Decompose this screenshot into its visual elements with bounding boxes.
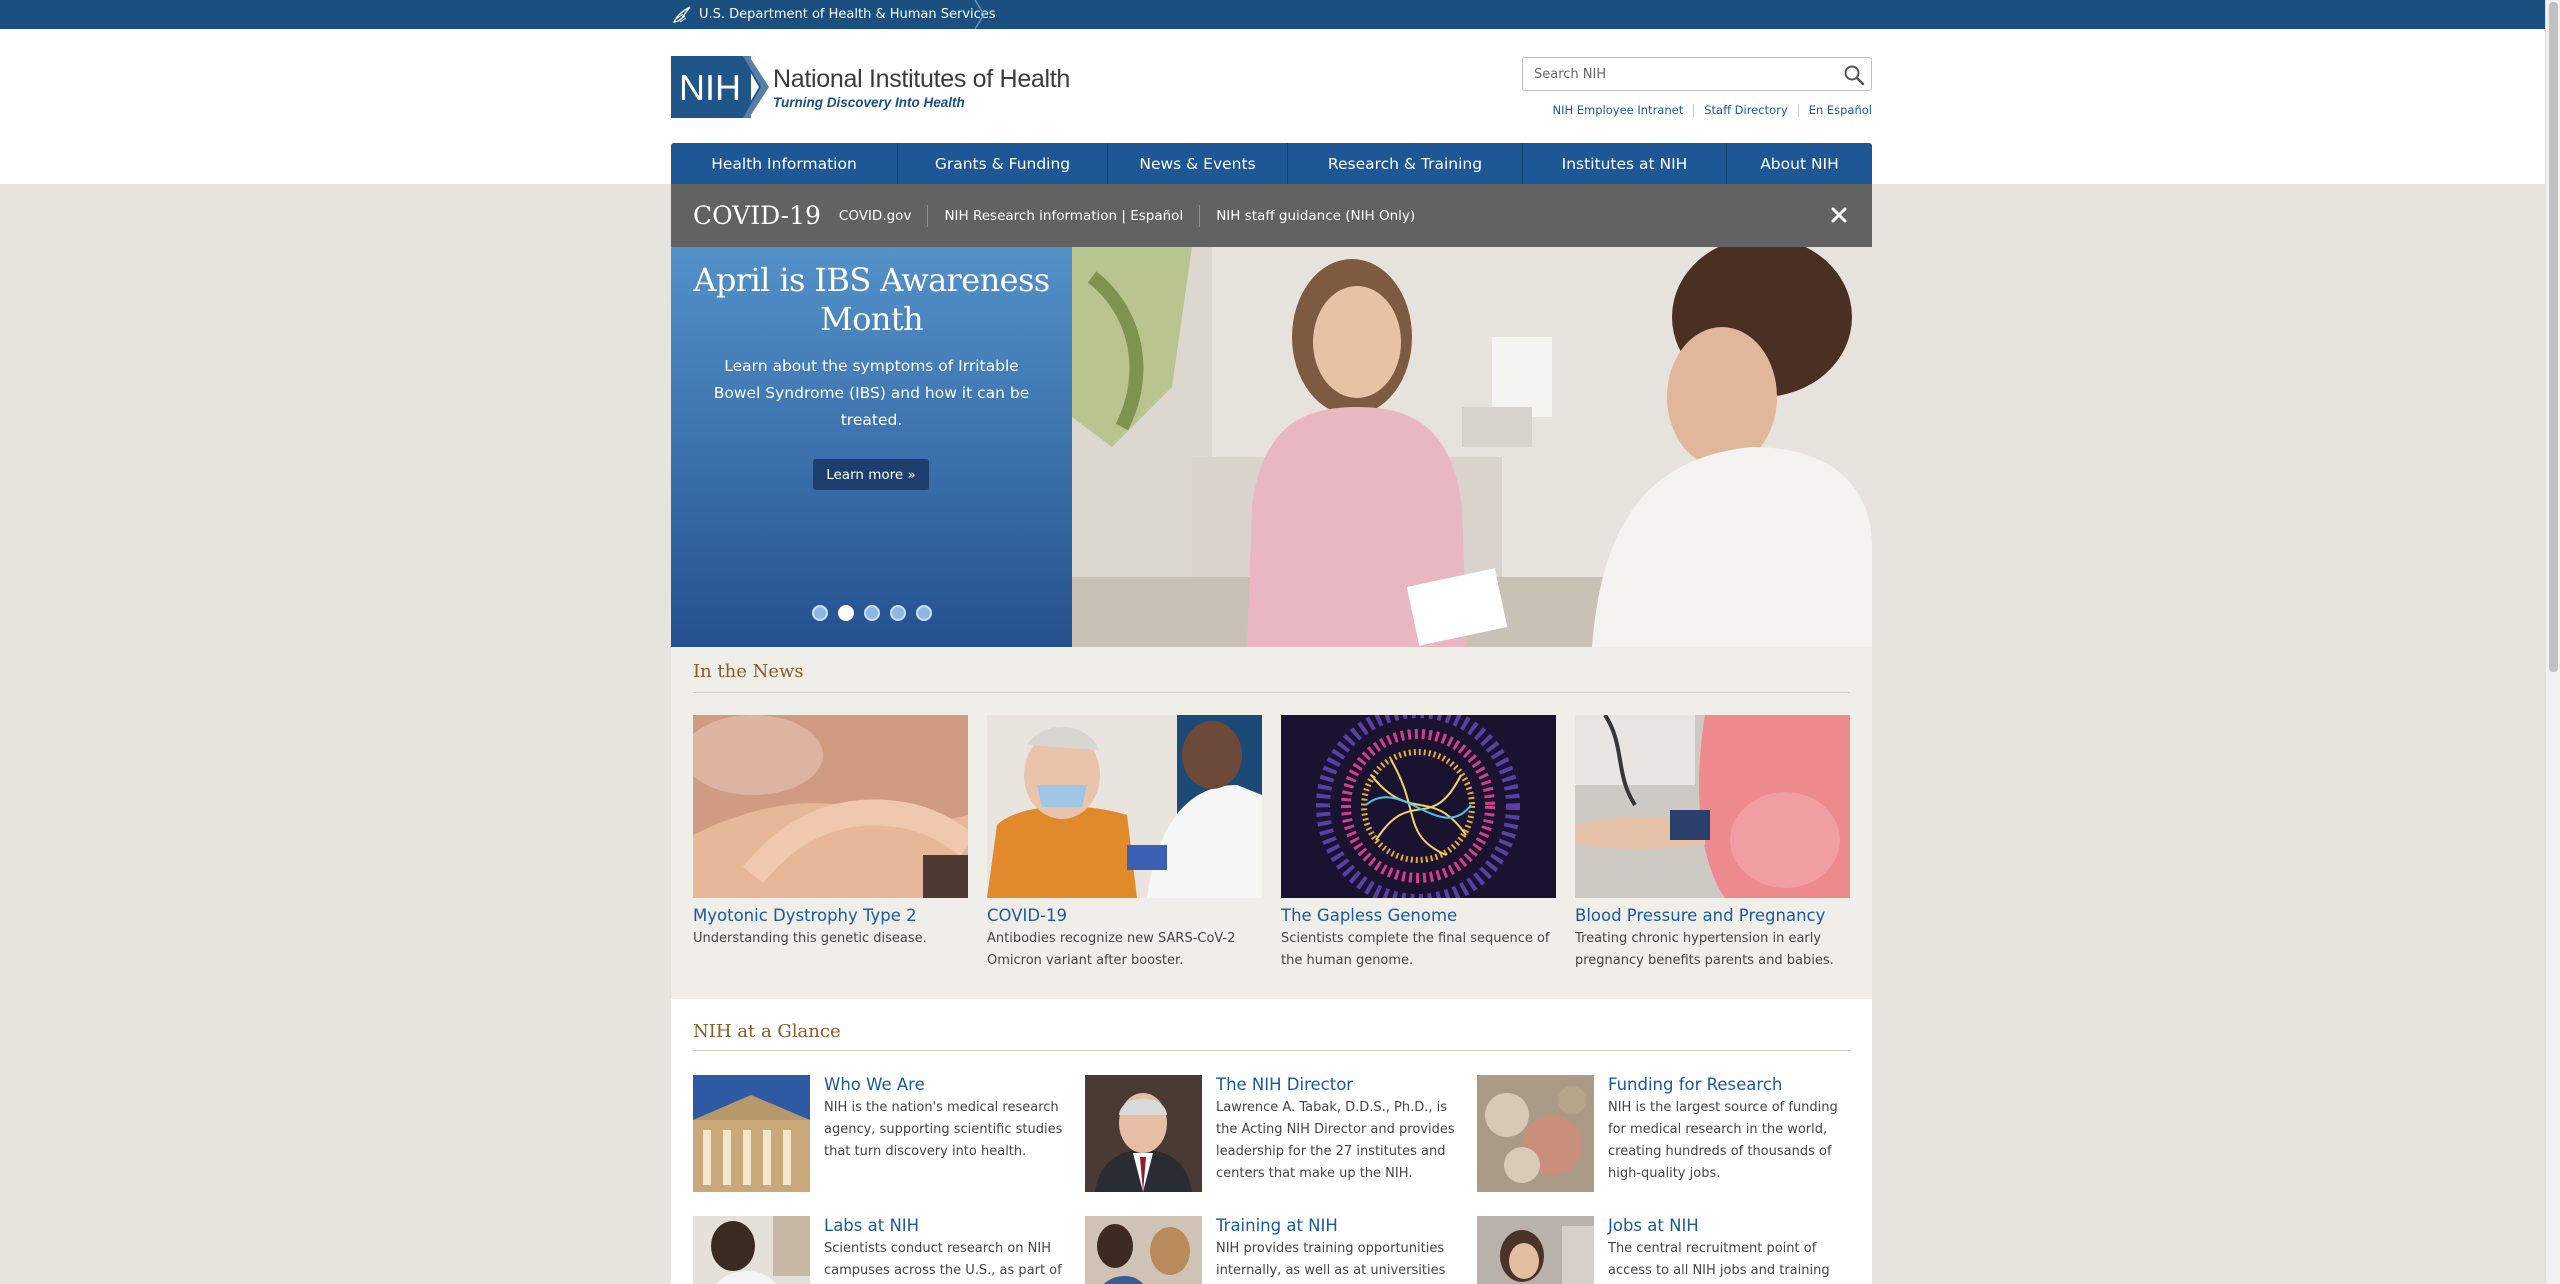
hero-panel: April is IBS Awareness Month Learn about… (671, 247, 1072, 647)
nav-item-health-information[interactable]: Health Information (671, 143, 898, 184)
glance-section: NIH at a Glance Who We Are NIH is the na… (671, 999, 1872, 1284)
news-card-desc: Scientists complete the final sequence o… (1281, 931, 1550, 968)
carousel-dot-5[interactable] (915, 605, 932, 621)
news-card-desc: Treating chronic hypertension in early p… (1575, 931, 1834, 968)
hero-carousel: April is IBS Awareness Month Learn about… (671, 247, 1872, 647)
glance-item: The NIH Director Lawrence A. Tabak, D.D.… (1085, 1075, 1460, 1195)
news-card-desc: Antibodies recognize new SARS-CoV-2 Omic… (987, 931, 1236, 968)
espanol-link[interactable]: En Español (1809, 103, 1872, 117)
carousel-dot-2[interactable] (837, 605, 854, 621)
glance-image-who-we-are[interactable] (693, 1075, 810, 1192)
hero-image[interactable] (1072, 247, 1872, 647)
news-image-pregnancy[interactable] (1575, 715, 1850, 898)
glance-image-funding[interactable] (1477, 1075, 1594, 1192)
search-icon[interactable] (1843, 64, 1865, 86)
news-card: Blood Pressure and Pregnancy Treating ch… (1575, 715, 1850, 972)
covid-banner: COVID-19 COVID.gov NIH Research informat… (671, 184, 1872, 247)
glance-title[interactable]: Jobs at NIH (1608, 1216, 1848, 1235)
glance-image-labs[interactable] (693, 1216, 810, 1284)
nih-research-info-link[interactable]: NIH Research information | Español (944, 208, 1183, 224)
divider (1199, 204, 1201, 227)
carousel-dot-1[interactable] (811, 605, 828, 621)
glance-image-training[interactable] (1085, 1216, 1202, 1284)
carousel-dot-4[interactable] (889, 605, 906, 621)
search-box (1522, 57, 1872, 91)
staff-guidance-link[interactable]: NIH staff guidance (NIH Only) (1216, 208, 1415, 224)
hero-title: April is IBS Awareness Month (693, 261, 1050, 338)
glance-desc: The central recruitment point of access … (1608, 1241, 1830, 1278)
scrollbar-thumb[interactable] (2549, 2, 2558, 672)
news-card: Myotonic Dystrophy Type 2 Understanding … (693, 715, 968, 950)
divider (1797, 103, 1799, 117)
glance-item: Who We Are NIH is the nation's medical r… (693, 1075, 1068, 1195)
divider (927, 204, 929, 227)
main-nav: Health Information Grants & Funding News… (671, 143, 1872, 184)
carousel-dots (671, 605, 1072, 621)
glance-title[interactable]: Labs at NIH (824, 1216, 1064, 1235)
glance-image-jobs[interactable] (1477, 1216, 1594, 1284)
glance-heading: NIH at a Glance (693, 1021, 841, 1042)
divider (693, 1050, 1850, 1051)
glance-desc: Lawrence A. Tabak, D.D.S., Ph.D., is the… (1216, 1100, 1455, 1181)
carousel-dot-3[interactable] (863, 605, 880, 621)
news-card-title[interactable]: The Gapless Genome (1281, 906, 1556, 925)
covid-gov-link[interactable]: COVID.gov (839, 208, 912, 224)
nav-item-institutes[interactable]: Institutes at NIH (1523, 143, 1727, 184)
staff-directory-link[interactable]: Staff Directory (1704, 103, 1787, 117)
news-image-genome[interactable] (1281, 715, 1556, 898)
glance-desc: NIH is the largest source of funding for… (1608, 1100, 1838, 1181)
hhs-label: U.S. Department of Health & Human Servic… (699, 7, 996, 22)
glance-item: Labs at NIH Scientists conduct research … (693, 1216, 1068, 1284)
utility-links: NIH Employee Intranet Staff Directory En… (1552, 103, 1872, 117)
divider (1693, 103, 1695, 117)
learn-more-button[interactable]: Learn more » (813, 459, 929, 490)
glance-title[interactable]: The NIH Director (1216, 1075, 1456, 1094)
glance-image-director[interactable] (1085, 1075, 1202, 1192)
news-card-desc: Understanding this genetic disease. (693, 931, 927, 946)
nih-logo[interactable]: NIH National Institutes of Health Turnin… (671, 55, 1091, 119)
hero-description: Learn about the symptoms of Irritable Bo… (713, 357, 1030, 429)
glance-title[interactable]: Who We Are (824, 1075, 1064, 1094)
nav-item-news-events[interactable]: News & Events (1108, 143, 1288, 184)
close-icon[interactable] (1828, 204, 1850, 226)
news-heading: In the News (693, 661, 804, 682)
news-image-myotonic[interactable] (693, 715, 968, 898)
glance-title[interactable]: Funding for Research (1608, 1075, 1848, 1094)
glance-desc: Scientists conduct research on NIH campu… (824, 1241, 1062, 1278)
employee-intranet-link[interactable]: NIH Employee Intranet (1552, 103, 1683, 117)
news-image-covid[interactable] (987, 715, 1262, 898)
hhs-eagle-icon (672, 5, 691, 23)
glance-item: Training at NIH NIH provides training op… (1085, 1216, 1460, 1284)
page-scrollbar[interactable] (2545, 0, 2560, 1284)
news-card-title[interactable]: COVID-19 (987, 906, 1262, 925)
nih-badge-text: NIH (679, 67, 741, 108)
news-card-title[interactable]: Blood Pressure and Pregnancy (1575, 906, 1850, 925)
nih-logo-badge: NIH (671, 56, 769, 118)
nav-item-research-training[interactable]: Research & Training (1288, 143, 1523, 184)
hhs-link[interactable]: U.S. Department of Health & Human Servic… (671, 0, 996, 29)
search-input[interactable] (1524, 59, 1834, 89)
news-card: The Gapless Genome Scientists complete t… (1281, 715, 1556, 972)
nav-item-about-nih[interactable]: About NIH (1727, 143, 1872, 184)
nav-item-grants-funding[interactable]: Grants & Funding (898, 143, 1108, 184)
news-section: In the News Myotonic Dystrophy Type 2 Un… (671, 647, 1872, 999)
nih-logo-name: National Institutes of Health (773, 64, 1071, 93)
glance-desc: NIH provides training opportunities inte… (1216, 1241, 1446, 1278)
hhs-top-bar: U.S. Department of Health & Human Servic… (0, 0, 2545, 29)
news-card-title[interactable]: Myotonic Dystrophy Type 2 (693, 906, 968, 925)
divider (693, 692, 1850, 693)
news-card: COVID-19 Antibodies recognize new SARS-C… (987, 715, 1262, 972)
covid-banner-title: COVID-19 (693, 201, 821, 230)
glance-item: Jobs at NIH The central recruitment poin… (1477, 1216, 1852, 1284)
nih-logo-tagline: Turning Discovery Into Health (773, 94, 965, 110)
glance-title[interactable]: Training at NIH (1216, 1216, 1456, 1235)
glance-desc: NIH is the nation's medical research age… (824, 1100, 1063, 1159)
chevron-right-icon (974, 0, 985, 29)
glance-item: Funding for Research NIH is the largest … (1477, 1075, 1852, 1195)
